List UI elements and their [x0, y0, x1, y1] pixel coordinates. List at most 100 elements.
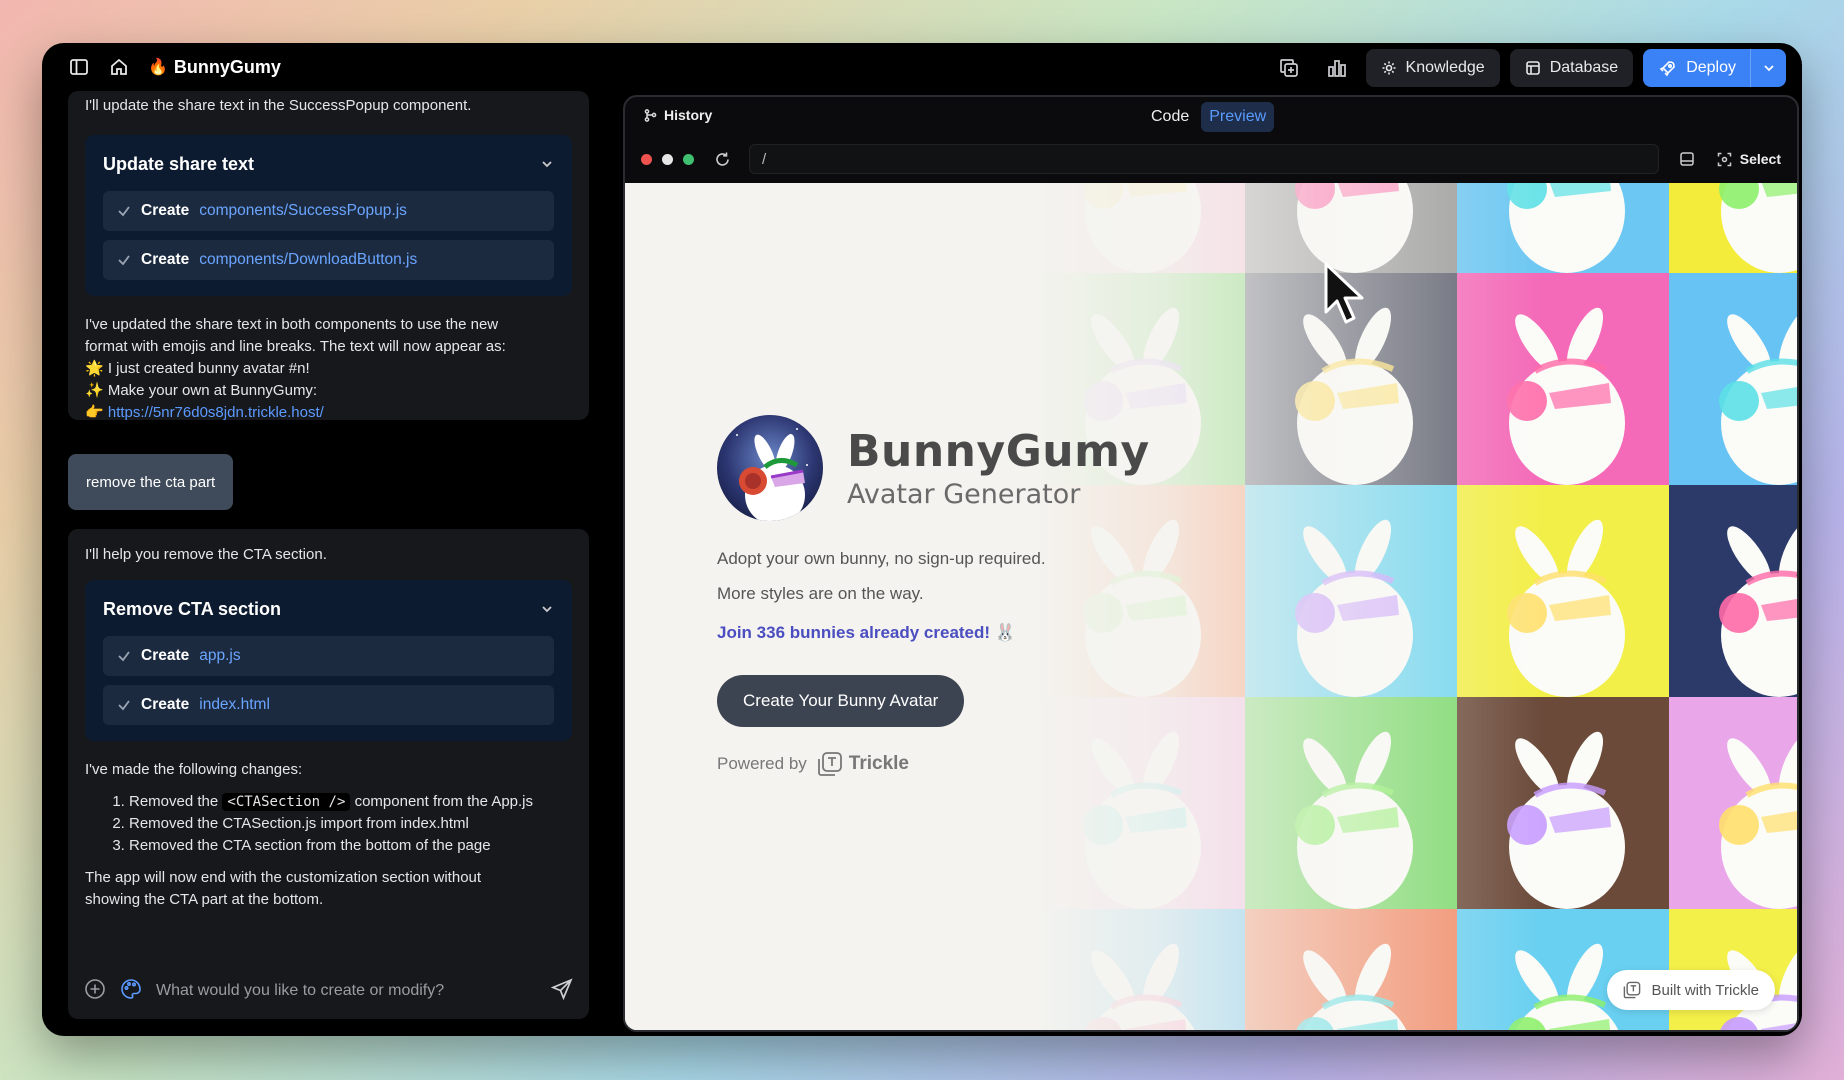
bunny-tile — [1669, 183, 1797, 273]
bunny-tile — [1457, 697, 1669, 909]
change-item: Removed the CTASection.js import from in… — [129, 813, 572, 835]
flame-icon: 🔥 — [148, 59, 168, 76]
chat-panel[interactable]: I'll update the share text in the Succes… — [68, 91, 589, 989]
top-bar: 🔥 BunnyGumy Knowledge Database Deploy — [42, 43, 1802, 91]
tab-code[interactable]: Code — [1143, 102, 1197, 132]
bunny-tile — [1245, 485, 1457, 697]
change-item: Removed the <CTASection /> component fro… — [129, 791, 572, 813]
check-icon — [118, 255, 130, 266]
powered-by: Powered by Trickle — [717, 751, 1177, 777]
browser-bar: / Select — [625, 137, 1797, 181]
app-name: BunnyGumy — [173, 56, 281, 77]
file-action: Create — [141, 251, 190, 268]
chevron-down-icon[interactable] — [540, 157, 554, 171]
share-link[interactable]: https://5nr76d0s8jdn.trickle.host/ — [108, 404, 324, 421]
layout-icon[interactable] — [1679, 151, 1695, 167]
send-icon[interactable] — [550, 977, 573, 1005]
chevron-down-icon — [1763, 65, 1774, 72]
bunny-tile — [1669, 697, 1797, 909]
bunny-tile — [1033, 183, 1245, 273]
file-action: Create — [141, 696, 190, 713]
message-intro: I'll update the share text in the Succes… — [85, 97, 472, 114]
close-dot[interactable] — [641, 153, 652, 165]
message-line: I've updated the share text in both comp… — [85, 316, 499, 333]
bunny-tile — [1457, 183, 1669, 273]
app-window: 🔥 BunnyGumy Knowledge Database Deploy I'… — [42, 43, 1802, 1036]
select-icon — [1717, 152, 1731, 166]
hero-line-1: Adopt your own bunny, no sign-up require… — [717, 549, 1046, 568]
palette-icon[interactable] — [120, 978, 142, 1005]
database-button[interactable]: Database — [1509, 49, 1634, 87]
message-line: 👉 https://5nr76d0s8jdn.trickle.host/ — [85, 402, 572, 424]
file-path[interactable]: app.js — [199, 647, 240, 665]
select-element-button[interactable]: Select — [1717, 151, 1781, 167]
check-icon — [118, 700, 130, 711]
trickle-label: Trickle — [848, 753, 909, 774]
chat-input-bar — [68, 963, 589, 1019]
message-line: showing the CTA part at the bottom. — [85, 891, 324, 908]
view-tabs: Code Preview — [1143, 102, 1275, 132]
built-with-trickle-badge[interactable]: Built with Trickle — [1607, 970, 1775, 1010]
user-message-text: remove the cta part — [86, 473, 216, 491]
history-icon — [644, 108, 657, 122]
bunny-tile — [1669, 273, 1797, 485]
deploy-label: Deploy — [1686, 59, 1736, 76]
file-row[interactable]: Create components/SuccessPopup.js — [103, 191, 554, 231]
file-row[interactable]: Create index.html — [103, 685, 554, 725]
bunny-tile — [1033, 909, 1245, 1030]
hero-subtitle: Avatar Generator — [847, 479, 1081, 510]
create-avatar-button[interactable]: Create Your Bunny Avatar — [717, 675, 965, 727]
powered-by-label: Powered by — [717, 754, 807, 773]
file-row[interactable]: Create components/DownloadButton.js — [103, 240, 554, 280]
bunny-tile — [1457, 485, 1669, 697]
assistant-message: I'll update the share text in the Succes… — [68, 91, 589, 421]
action-card: Remove CTA section Create app.js Create … — [85, 580, 572, 741]
tab-preview[interactable]: Preview — [1201, 102, 1275, 132]
trickle-logo[interactable]: Trickle — [817, 751, 909, 777]
file-action: Create — [141, 647, 190, 664]
trickle-icon — [1624, 981, 1641, 999]
file-path[interactable]: index.html — [199, 696, 270, 714]
copy-project-icon[interactable] — [1270, 49, 1308, 87]
file-row[interactable]: Create app.js — [103, 636, 554, 676]
preview-header: History Code Preview — [625, 97, 1797, 137]
action-card-header[interactable]: Remove CTA section — [103, 594, 554, 624]
message-body: I've updated the share text in both comp… — [85, 314, 572, 424]
url-input[interactable]: / — [749, 144, 1659, 174]
analytics-icon[interactable] — [1318, 49, 1356, 87]
assistant-message: I'll help you remove the CTA section. Re… — [68, 529, 589, 989]
app-brand[interactable]: 🔥 BunnyGumy — [148, 57, 281, 78]
bunny-tile — [1245, 183, 1457, 273]
deploy-options-dropdown[interactable] — [1750, 49, 1786, 87]
history-button[interactable]: History — [643, 107, 712, 123]
chat-input[interactable] — [156, 982, 537, 1000]
history-label: History — [664, 107, 713, 123]
sidebar-toggle-icon[interactable] — [68, 56, 90, 78]
chevron-down-icon[interactable] — [540, 602, 554, 616]
home-icon[interactable] — [108, 56, 130, 78]
action-card-header[interactable]: Update share text — [103, 149, 554, 179]
file-path[interactable]: components/SuccessPopup.js — [199, 202, 407, 220]
hero-title: BunnyGumy — [847, 426, 1150, 477]
knowledge-button[interactable]: Knowledge — [1365, 49, 1500, 87]
bunny-tile — [1457, 273, 1669, 485]
add-attachment-icon[interactable] — [84, 978, 106, 1005]
action-card: Update share text Create components/Succ… — [85, 135, 572, 296]
bunny-avatar-logo — [717, 415, 823, 521]
check-icon — [118, 206, 130, 217]
join-counter: Join 336 bunnies already created! 🐰 — [717, 623, 1016, 642]
message-intro: I'll help you remove the CTA section. — [85, 546, 327, 563]
check-icon — [118, 651, 130, 662]
minimize-dot[interactable] — [662, 153, 673, 165]
action-card-title: Update share text — [103, 153, 255, 174]
changes-title: I've made the following changes: — [85, 761, 303, 778]
bunny-tile — [1669, 485, 1797, 697]
refresh-icon[interactable] — [714, 151, 731, 168]
change-text: Removed the — [129, 793, 223, 810]
maximize-dot[interactable] — [683, 153, 694, 165]
url-text: / — [762, 150, 767, 168]
knowledge-label: Knowledge — [1405, 59, 1485, 76]
file-path[interactable]: components/DownloadButton.js — [199, 251, 417, 269]
select-label: Select — [1739, 151, 1781, 167]
deploy-button[interactable]: Deploy — [1643, 49, 1786, 87]
